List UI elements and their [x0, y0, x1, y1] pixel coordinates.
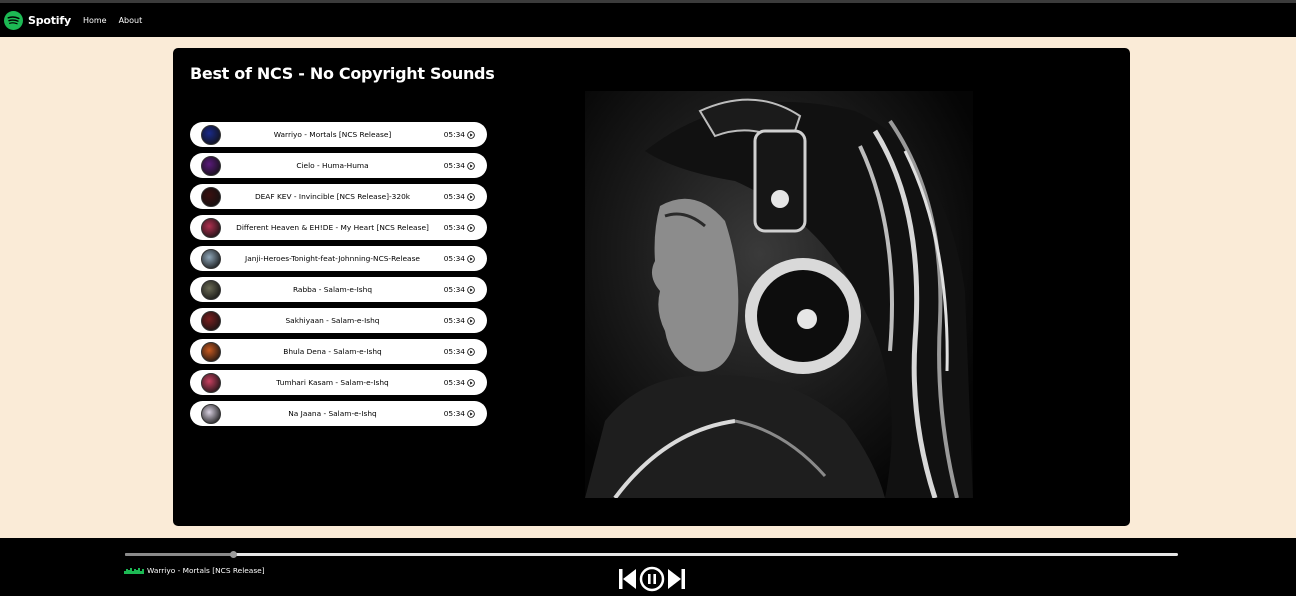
song-duration: 05:34: [443, 254, 465, 263]
brand-name: Spotify: [28, 13, 71, 27]
song-item[interactable]: Bhula Dena - Salam-e-Ishq 05:34: [190, 339, 487, 364]
pause-icon[interactable]: [639, 566, 665, 592]
song-duration: 05:34: [443, 316, 465, 325]
song-cover: [201, 341, 221, 362]
song-name: Janji-Heroes-Tonight-feat-Johnning-NCS-R…: [245, 254, 420, 263]
play-circle-icon[interactable]: [467, 409, 475, 418]
play-circle-icon[interactable]: [467, 192, 475, 201]
song-duration: 05:34: [443, 409, 465, 418]
song-item[interactable]: Sakhiyaan - Salam-e-Ishq 05:34: [190, 308, 487, 333]
song-duration: 05:34: [443, 285, 465, 294]
song-cover: [201, 124, 221, 145]
song-name: Warriyo - Mortals [NCS Release]: [273, 130, 392, 139]
song-duration: 05:34: [443, 223, 465, 232]
song-cover: [201, 372, 221, 393]
brand[interactable]: Spotify: [4, 10, 71, 30]
song-duration: 05:34: [443, 192, 465, 201]
play-circle-icon[interactable]: [467, 316, 475, 325]
song-cover: [201, 310, 221, 331]
song-name: Rabba - Salam-e-Ishq: [292, 285, 373, 294]
progress-bar[interactable]: [125, 551, 1178, 558]
song-item[interactable]: DEAF KEV - Invincible [NCS Release]-320k…: [190, 184, 487, 209]
song-item[interactable]: Different Heaven & EH!DE - My Heart [NCS…: [190, 215, 487, 240]
song-item[interactable]: Rabba - Salam-e-Ishq 05:34: [190, 277, 487, 302]
playback-controls: [619, 566, 685, 592]
navbar: Spotify Home About: [0, 3, 1296, 37]
song-item[interactable]: Na Jaana - Salam-e-Ishq 05:34: [190, 401, 487, 426]
play-circle-icon[interactable]: [467, 347, 475, 356]
play-circle-icon[interactable]: [467, 378, 475, 387]
song-name: Different Heaven & EH!DE - My Heart [NCS…: [236, 223, 429, 232]
song-cover: [201, 403, 221, 424]
song-duration: 05:34: [443, 378, 465, 387]
next-icon[interactable]: [668, 568, 685, 590]
song-duration: 05:34: [443, 130, 465, 139]
song-list: Warriyo - Mortals [NCS Release] 05:34 Ciel…: [190, 122, 487, 432]
previous-icon[interactable]: [619, 568, 636, 590]
song-name: Sakhiyaan - Salam-e-Ishq: [285, 316, 380, 325]
play-circle-icon[interactable]: [467, 223, 475, 232]
play-circle-icon[interactable]: [467, 161, 475, 170]
song-name: Tumhari Kasam - Salam-e-Ishq: [276, 378, 389, 387]
playlist-title: Best of NCS - No Copyright Sounds: [190, 64, 495, 83]
song-item[interactable]: Janji-Heroes-Tonight-feat-Johnning-NCS-R…: [190, 246, 487, 271]
nav-link-home[interactable]: Home: [83, 16, 107, 25]
progress-thumb[interactable]: [230, 551, 238, 558]
now-playing: Warriyo - Mortals [NCS Release]: [124, 566, 265, 575]
play-circle-icon[interactable]: [467, 285, 475, 294]
song-duration: 05:34: [443, 161, 465, 170]
playing-wave-icon: [124, 567, 144, 574]
playlist-card: Best of NCS - No Copyright Sounds Warriy…: [173, 48, 1130, 526]
song-cover: [201, 155, 221, 176]
song-name: Na Jaana - Salam-e-Ishq: [288, 409, 377, 418]
player-bar: Warriyo - Mortals [NCS Release]: [0, 538, 1296, 596]
song-name: Bhula Dena - Salam-e-Ishq: [283, 347, 382, 356]
song-cover: [201, 248, 221, 269]
song-duration: 05:34: [443, 347, 465, 356]
song-cover: [201, 186, 221, 207]
song-cover: [201, 217, 221, 238]
progress-fill: [125, 553, 234, 556]
play-circle-icon[interactable]: [467, 254, 475, 263]
nav-link-about[interactable]: About: [119, 16, 143, 25]
headphones-girl-image: [585, 91, 973, 498]
song-cover: [201, 279, 221, 300]
song-item[interactable]: Cielo - Huma-Huma 05:34: [190, 153, 487, 178]
song-item[interactable]: Tumhari Kasam - Salam-e-Ishq 05:34: [190, 370, 487, 395]
song-item[interactable]: Warriyo - Mortals [NCS Release] 05:34: [190, 122, 487, 147]
play-circle-icon[interactable]: [467, 130, 475, 139]
now-playing-title: Warriyo - Mortals [NCS Release]: [147, 566, 265, 575]
song-name: Cielo - Huma-Huma: [296, 161, 369, 170]
song-name: DEAF KEV - Invincible [NCS Release]-320k: [254, 192, 411, 201]
spotify-logo-icon: [4, 10, 23, 30]
hero-illustration: [585, 98, 973, 498]
